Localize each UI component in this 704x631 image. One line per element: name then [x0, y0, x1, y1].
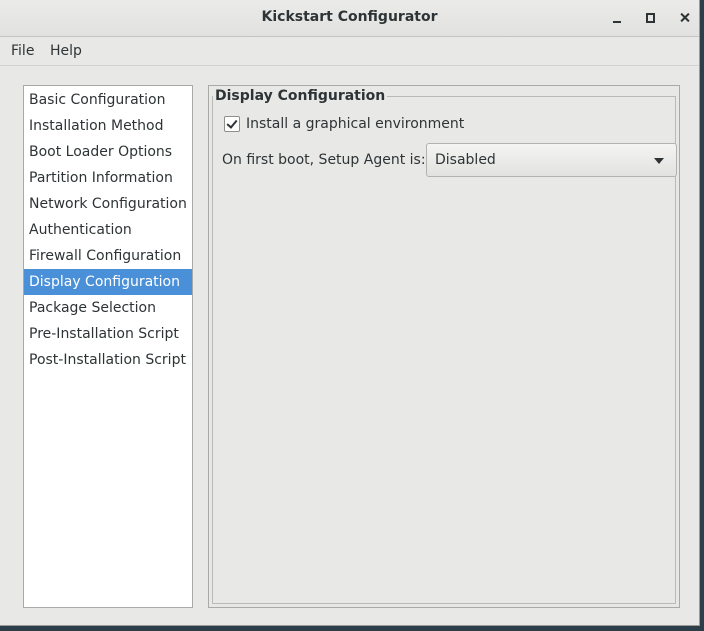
maximize-icon[interactable] — [642, 9, 660, 27]
minimize-icon[interactable] — [609, 9, 627, 27]
window-title: Kickstart Configurator — [261, 9, 438, 25]
section-list: Basic Configuration Installation Method … — [23, 85, 193, 608]
nav-item-display-configuration[interactable]: Display Configuration — [24, 269, 192, 295]
nav-item-authentication[interactable]: Authentication — [24, 217, 192, 243]
title-bar: Kickstart Configurator — [0, 0, 699, 37]
nav-item-partition-information[interactable]: Partition Information — [24, 165, 192, 191]
menu-bar: File Help — [0, 37, 699, 66]
menu-file[interactable]: File — [11, 43, 34, 59]
nav-item-installation-method[interactable]: Installation Method — [24, 113, 192, 139]
nav-item-post-installation-script[interactable]: Post-Installation Script — [24, 347, 192, 373]
setup-agent-value: Disabled — [435, 152, 496, 168]
install-graphical-label[interactable]: Install a graphical environment — [246, 116, 464, 132]
section-title: Display Configuration — [213, 88, 388, 104]
nav-item-basic-configuration[interactable]: Basic Configuration — [24, 87, 192, 113]
setup-agent-label: On first boot, Setup Agent is: — [222, 152, 426, 168]
nav-item-network-configuration[interactable]: Network Configuration — [24, 191, 192, 217]
kickstart-window: Kickstart Configurator File Help Basic C… — [0, 0, 700, 626]
nav-item-package-selection[interactable]: Package Selection — [24, 295, 192, 321]
nav-item-firewall-configuration[interactable]: Firewall Configuration — [24, 243, 192, 269]
nav-item-boot-loader-options[interactable]: Boot Loader Options — [24, 139, 192, 165]
close-icon[interactable] — [676, 9, 694, 27]
nav-item-pre-installation-script[interactable]: Pre-Installation Script — [24, 321, 192, 347]
menu-help[interactable]: Help — [50, 43, 82, 59]
install-graphical-checkbox[interactable] — [224, 116, 240, 132]
setup-agent-select[interactable]: Disabled — [426, 143, 677, 177]
dropdown-arrow-icon — [654, 158, 664, 164]
